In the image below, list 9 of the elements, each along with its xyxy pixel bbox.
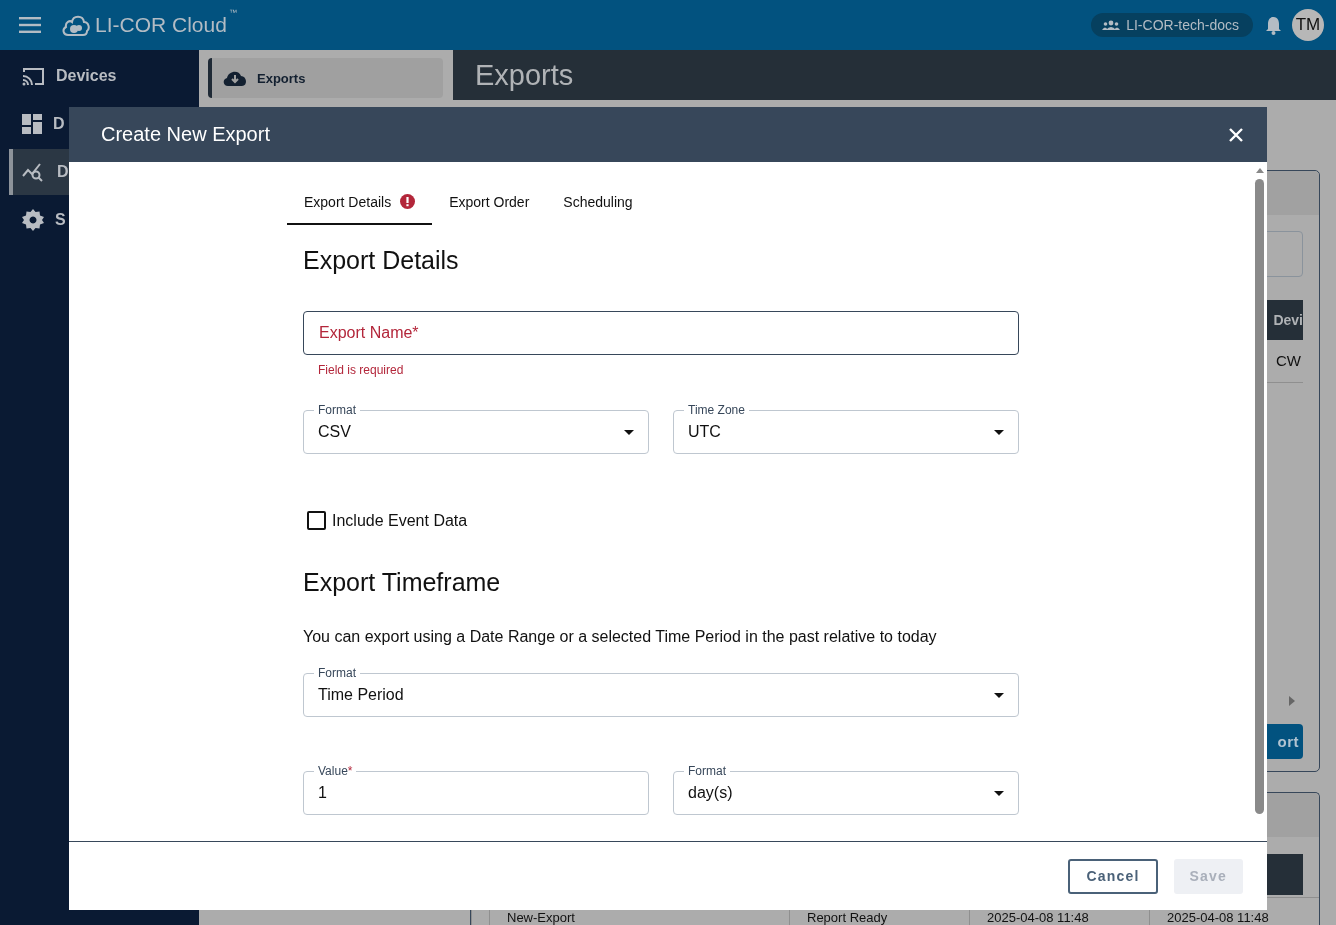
page-title: Exports bbox=[453, 50, 1336, 100]
section-heading: Export Timeframe bbox=[303, 567, 502, 597]
section-heading: Export Details bbox=[303, 245, 460, 275]
trademark-mark: ™ bbox=[228, 8, 237, 17]
column-header: Devi bbox=[1272, 311, 1303, 330]
dialog-title: Create New Export bbox=[101, 123, 271, 146]
description-text: You can export using a Date Range or a selected Time Period in the past relative to today bbox=[303, 628, 938, 646]
table-cell-text: CW bbox=[1275, 351, 1302, 371]
error-message: Field is required bbox=[318, 363, 405, 377]
